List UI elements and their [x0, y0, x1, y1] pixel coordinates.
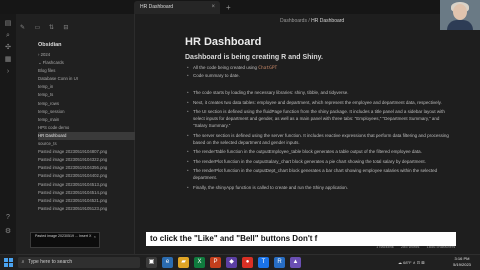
file-explorer-icon[interactable]: ▰ [178, 257, 189, 268]
taskbar: ⌕ Type here to search ▣ e ▰ X P ◆ ● T R ▲… [0, 254, 480, 270]
vault-name: Obsidian [38, 42, 62, 48]
file-explorer: ✎ ▭ ⇅ ⊟ Obsidian › 2024 ⌄ Flashcards Blo… [16, 14, 148, 254]
summary-item: The renderPlot function in the outputDep… [185, 167, 455, 181]
intro-text: All the code being created using [193, 65, 259, 70]
collapse-icon[interactable]: ⊟ [63, 24, 73, 31]
summary-list: The code starts by loading the necessary… [185, 89, 455, 191]
presenter-body [447, 20, 473, 30]
excel-icon[interactable]: X [194, 257, 205, 268]
summary-item: The code starts by loading the necessary… [185, 89, 455, 96]
tree-item[interactable]: temp_in [38, 83, 148, 91]
taskbar-search[interactable]: ⌕ Type here to search [18, 257, 140, 268]
calendar-icon[interactable]: ▦ [4, 56, 12, 64]
tree-item[interactable]: Pasted image 20230519104514.png [38, 189, 148, 197]
tree-item[interactable]: Pasted image 20230519104322.png [38, 156, 148, 164]
obsidian-icon[interactable]: ◆ [226, 257, 237, 268]
webcam-overlay [440, 0, 480, 30]
graph-icon[interactable]: ✣ [4, 44, 12, 52]
notification-popup[interactable]: Pasted image 20230519 ... Insert X × [30, 232, 100, 248]
folder-icon[interactable]: ▤ [4, 20, 12, 28]
summary-item: The renderPlot function in the outputSal… [185, 158, 455, 165]
tree-item[interactable]: temp_ts [38, 91, 148, 99]
breadcrumb: Dashboards / HR Dashboard [280, 18, 344, 24]
tree-item[interactable]: temp_rows [38, 100, 148, 108]
editor-pane: Dashboards / HR Dashboard HR Dashboard D… [135, 14, 480, 254]
sort-icon[interactable]: ⇅ [49, 24, 59, 31]
notification-text: Pasted image 20230519 ... Insert X [35, 234, 92, 238]
settings-icon[interactable]: ⚙ [4, 228, 12, 236]
new-tab-button[interactable]: + [226, 1, 231, 14]
tree-item[interactable]: HPS code demo [38, 124, 148, 132]
tree-item[interactable]: temp_main [38, 116, 148, 124]
system-tray[interactable]: ☁ 68°F ∧ ⊡ ⊠ [398, 257, 425, 268]
tree-item[interactable]: ⌄ Flashcards [38, 59, 148, 67]
clock-date: 5/19/2023 [453, 262, 471, 267]
intro-item: Code summary to date. [185, 72, 455, 79]
edge-icon[interactable]: e [162, 257, 173, 268]
search-placeholder: Type here to search [28, 259, 73, 265]
tab-label: HR Dashboard [140, 4, 174, 10]
teams-icon[interactable]: T [258, 257, 269, 268]
tree-item[interactable]: Pasted image 20230519105123.png [38, 205, 148, 213]
summary-item: The UI section is defined using the flui… [185, 108, 455, 129]
summary-item: The server section is defined using the … [185, 132, 455, 146]
presenter-face [453, 4, 467, 20]
clock[interactable]: 3:16 PM 5/19/2023 [446, 256, 478, 268]
subscribe-banner: to click the "Like" and "Bell" buttons D… [146, 232, 456, 246]
summary-item: Finally, the shinyApp function is called… [185, 184, 455, 191]
page-title: HR Dashboard [185, 36, 262, 48]
tree-item-active[interactable]: HR Dashboard [38, 131, 148, 141]
task-view-icon[interactable]: ▣ [146, 257, 157, 268]
tree-item[interactable]: Pasted image 20230519104521.png [38, 197, 148, 205]
tree-item[interactable]: Pasted image 20230519104807.png [38, 148, 148, 156]
left-ribbon: ▤ ⌕ ✣ ▦ › ? ⚙ [0, 14, 17, 254]
file-tree: › 2024 ⌄ Flashcards Blog files Database … [38, 51, 148, 213]
tree-item[interactable]: Pasted image 20230519104402.png [38, 172, 148, 180]
intro-item: All the code being created using ChatGPT [185, 64, 455, 72]
breadcrumb-parent[interactable]: Dashboards [280, 18, 307, 24]
search-icon[interactable]: ⌕ [4, 32, 12, 40]
breadcrumb-current: HR Dashboard [311, 18, 345, 24]
note-subtitle: Dashboard is being creating R and Shiny. [185, 54, 323, 61]
tree-item[interactable]: Database Conn in UI [38, 75, 148, 83]
notification-close-icon[interactable]: × [94, 234, 96, 239]
powerpoint-icon[interactable]: P [210, 257, 221, 268]
app-window: HR Dashboard × + ▤ ⌕ ✣ ▦ › ? ⚙ ✎ ▭ ⇅ ⊟ O… [0, 0, 480, 254]
inline-code: ChatGPT [258, 66, 278, 71]
tree-item[interactable]: Pasted image 20230519104356.png [38, 164, 148, 172]
tab-close-icon[interactable]: × [211, 1, 215, 14]
search-icon: ⌕ [21, 259, 25, 265]
summary-item: Next, it creates two data tables: employ… [185, 99, 455, 106]
note-content[interactable]: HR Dashboard Dashboard is being creating… [185, 36, 455, 193]
new-folder-icon[interactable]: ▭ [34, 24, 44, 31]
command-icon[interactable]: › [4, 68, 12, 76]
help-icon[interactable]: ? [4, 214, 12, 222]
summary-item: The renderTable function in the outputEm… [185, 148, 455, 155]
intro-list: All the code being created using ChatGPT… [185, 64, 455, 79]
tab-hr-dashboard[interactable]: HR Dashboard × [134, 1, 220, 14]
title-bar: HR Dashboard × + [0, 0, 480, 14]
tree-item[interactable]: › 2024 [38, 51, 148, 59]
rstudio-icon[interactable]: R [274, 257, 285, 268]
tree-item[interactable]: source_ts [38, 140, 148, 148]
explorer-toolbar: ✎ ▭ ⇅ ⊟ [20, 16, 73, 31]
tree-item[interactable]: Pasted image 20230519104513.png [38, 181, 148, 189]
app-icon[interactable]: ▲ [290, 257, 301, 268]
tree-item[interactable]: Blog files [38, 67, 148, 75]
chrome-icon[interactable]: ● [242, 257, 253, 268]
new-note-icon[interactable]: ✎ [20, 24, 30, 31]
tree-item[interactable]: temp_session [38, 108, 148, 116]
intro-text: Code summary to date. [193, 73, 240, 78]
windows-start-icon[interactable] [4, 258, 13, 267]
